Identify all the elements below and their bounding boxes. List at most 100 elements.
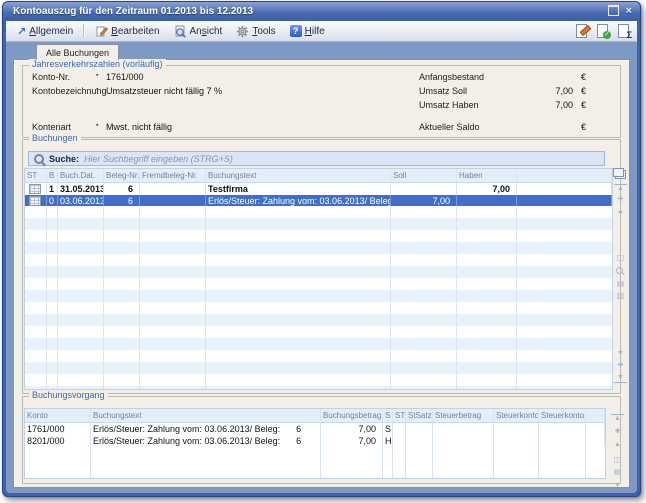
split-view-icon[interactable]: ◫ [611, 456, 624, 464]
col-buchdat[interactable]: Buch.Dat. [58, 169, 104, 182]
record-icon [25, 183, 47, 195]
menu-hilfe[interactable]: ? Hilfe [283, 21, 332, 41]
detail-view-icon[interactable]: ▤ [614, 280, 627, 288]
scroll-first-icon[interactable]: ▲ [611, 414, 624, 423]
buchungen-table: ST B Buch.Dat. Beleg-Nr. Fremdbeleg-Nr. … [24, 168, 613, 390]
main-panel: Jahresverkehrszahlen (vorläufig) Konto-N… [13, 59, 630, 488]
col-stsatz[interactable]: StSatz [406, 409, 433, 422]
menu-allgemein[interactable]: ↗ Allgemein [10, 21, 80, 41]
arrow-ne-icon: ↗ [17, 25, 26, 38]
scroll-up-fast-icon[interactable]: ✚ [614, 196, 627, 204]
group-buchungen: Buchungen Suche: Hier Suchbegriff eingeb… [22, 139, 621, 394]
col-blank[interactable] [586, 409, 605, 422]
bullet-icon: ▪ [96, 86, 98, 93]
split-view-icon[interactable]: ◫ [614, 254, 627, 262]
field-value: 1761/000 [106, 72, 144, 82]
col-st[interactable]: ST [393, 409, 406, 422]
col-soll[interactable]: Soll [391, 169, 457, 182]
scroll-down-fast-icon[interactable]: ✚ [614, 362, 627, 370]
titlebar[interactable]: Kontoauszug für den Zeitraum 01.2013 bis… [3, 2, 640, 21]
menu-bearbeiten[interactable]: Bearbeiten [88, 21, 166, 41]
field-label: Aktueller Saldo [419, 122, 480, 132]
col-steuerkonto1[interactable]: Steuerkonto 1 [494, 409, 539, 422]
search-icon [34, 154, 44, 164]
col-blank[interactable] [517, 169, 612, 182]
zoom-icon[interactable] [616, 267, 623, 274]
field-value: Mwst. nicht fällig [106, 122, 172, 132]
currency-symbol: € [581, 100, 586, 110]
field-value: Umsatzsteuer nicht fällig 7 % [106, 86, 222, 96]
col-buchungsbetrag[interactable]: Buchungsbetrag [321, 409, 383, 422]
currency-symbol: € [581, 122, 586, 132]
content-area: Alle Buchungen Jahresverkehrszahlen (vor… [6, 42, 637, 493]
col-st[interactable]: ST [25, 169, 47, 182]
col-b[interactable]: B [47, 169, 58, 182]
group-title: Buchungen [29, 133, 81, 143]
bullet-icon: ▪ [96, 122, 98, 129]
menu-hilfe-label: Hilfe [305, 26, 325, 37]
field-label: Kontenart [32, 122, 71, 132]
empty-rows [25, 446, 605, 478]
table-side-toolbar: ▲ ✚ ▲ ◫ ▤ ▼ [611, 408, 624, 481]
empty-rows [25, 206, 612, 389]
col-buchungstext[interactable]: Buchungstext [91, 409, 321, 422]
bullet-icon: ▪ [96, 72, 98, 79]
menu-ansicht-label: Ansicht [190, 26, 223, 37]
search-input[interactable]: Suche: Hier Suchbegriff eingeben (STRG+S… [28, 151, 605, 166]
group-title: Jahresverkehrszahlen (vorläufig) [29, 59, 166, 69]
buchungsvorgang-table: Konto Buchungstext Buchungsbetrag S ST S… [24, 408, 606, 479]
table-side-toolbar: ▲ ✚ ▲ ◫ ▤ ▥ ▼ ✚ ▼ [614, 166, 627, 391]
scroll-first-icon[interactable]: ▲ [614, 184, 627, 193]
menu-tools[interactable]: Tools [229, 21, 282, 41]
group-title: Buchungsvorgang [29, 390, 108, 400]
document-edit-icon[interactable] [574, 23, 589, 39]
currency-symbol: € [581, 72, 586, 82]
menu-ansicht[interactable]: Ansicht [167, 21, 230, 41]
menu-separator [83, 24, 85, 38]
search-label: Suche: [49, 154, 79, 164]
currency-symbol: € [581, 86, 586, 96]
field-label: Konto-Nr. [32, 72, 70, 82]
col-buchungstext[interactable]: Buchungstext [206, 169, 391, 182]
col-steuerbetrag[interactable]: Steuerbetrag [433, 409, 494, 422]
summary-view-icon[interactable]: ▥ [614, 292, 627, 300]
menubar: ↗ Allgemein Bearbeiten Ansicht [6, 21, 637, 42]
restore-icon[interactable] [608, 5, 619, 16]
scroll-up-icon[interactable]: ▲ [614, 208, 627, 216]
field-label: Umsatz Soll [419, 86, 467, 96]
table-row[interactable]: 1761/000 Erlös/Steuer: Zahlung vom: 03.0… [25, 423, 605, 435]
field-label: Umsatz Haben [419, 100, 479, 110]
col-s[interactable]: S [383, 409, 393, 422]
detail-view-icon[interactable]: ▤ [611, 468, 624, 476]
field-value: 7,00 [478, 100, 573, 110]
scroll-last-icon[interactable]: ▼ [614, 374, 627, 383]
table-header[interactable]: ST B Buch.Dat. Beleg-Nr. Fremdbeleg-Nr. … [25, 169, 612, 183]
search-placeholder: Hier Suchbegriff eingeben (STRG+S) [84, 154, 233, 164]
tab-label: Alle Buchungen [46, 48, 109, 58]
gear-icon [236, 25, 249, 38]
field-value: 7,00 [478, 86, 573, 96]
col-steuerkonto2[interactable]: Steuerkonto 2 [539, 409, 586, 422]
scroll-down-icon[interactable]: ▼ [614, 350, 627, 358]
table-row[interactable]: 1 31.05.2013 6 Testfirma 7,00 [25, 183, 612, 195]
col-fremdbelegnr[interactable]: Fremdbeleg-Nr. [140, 169, 206, 182]
scroll-down-icon[interactable]: ▼ [611, 482, 624, 490]
view-icon [174, 25, 187, 38]
help-icon: ? [290, 25, 302, 37]
document-sum-icon[interactable]: Σ [616, 23, 631, 39]
edit-icon [95, 25, 108, 38]
window-title: Kontoauszug für den Zeitraum 01.2013 bis… [13, 6, 253, 17]
column-options-icon[interactable] [615, 170, 626, 179]
menu-bearbeiten-label: Bearbeiten [111, 26, 159, 37]
close-icon[interactable]: × [626, 6, 632, 16]
tab-alle-buchungen[interactable]: Alle Buchungen [36, 44, 119, 60]
table-header[interactable]: Konto Buchungstext Buchungsbetrag S ST S… [25, 409, 605, 423]
group-buchungsvorgang: Buchungsvorgang Konto Buchungstext Buchu… [22, 396, 621, 484]
col-konto[interactable]: Konto [25, 409, 91, 422]
col-haben[interactable]: Haben [457, 169, 517, 182]
scroll-up-icon[interactable]: ▲ [611, 441, 624, 449]
document-check-icon[interactable]: ✓ [595, 23, 610, 39]
scroll-up-fast-icon[interactable]: ✚ [611, 428, 624, 436]
col-belegnr[interactable]: Beleg-Nr. [104, 169, 140, 182]
field-label: Anfangsbestand [419, 72, 484, 82]
